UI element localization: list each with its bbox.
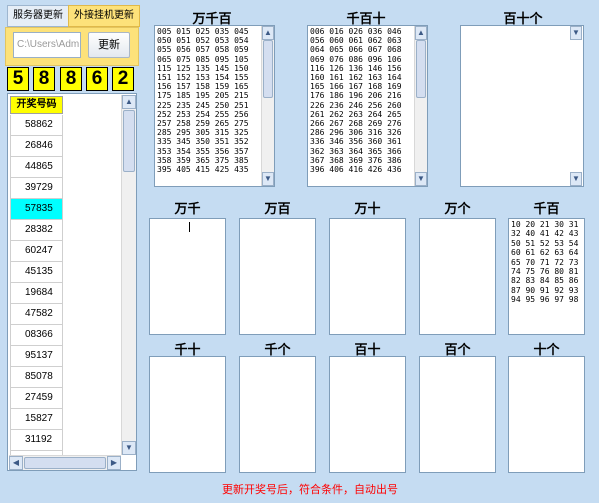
pair-text-wan-qian (150, 219, 225, 221)
table-row[interactable]: 58862 (10, 115, 63, 136)
pair-text-qian-ge (240, 357, 315, 359)
scroll-up-icon[interactable]: ▲ (122, 95, 136, 109)
table-row[interactable]: 85078 (10, 367, 63, 388)
result-digit-2: 8 (33, 67, 55, 91)
table-row[interactable]: 44865 (10, 157, 63, 178)
combo-box-wan-qian-bai[interactable]: 005 015 025 035 045 050 051 052 053 054 … (154, 25, 275, 187)
scroll-thumb[interactable] (123, 110, 135, 172)
table-row[interactable]: 27459 (10, 388, 63, 409)
column-header-draw-number[interactable]: 开奖号码 (10, 96, 63, 114)
pair-box-wan-qian[interactable] (149, 218, 226, 335)
pair-box-shi-ge[interactable] (508, 356, 585, 473)
scroll-left-icon[interactable]: ◀ (9, 456, 23, 470)
combo-box-qian-bai-shi[interactable]: 006 016 026 036 046 056 060 061 062 063 … (307, 25, 428, 187)
tab-external-update[interactable]: 外接挂机更新 (68, 5, 140, 27)
horizontal-scrollbar[interactable]: ◀ ▶ (9, 455, 121, 470)
table-row[interactable]: 31192 (10, 430, 63, 451)
table-row[interactable]: 60247 (10, 241, 63, 262)
pair-title-wan-shi: 万十 (354, 201, 381, 216)
scroll-thumb-horizontal[interactable] (24, 457, 106, 469)
vertical-scrollbar[interactable]: ▲ ▼ (414, 26, 427, 186)
scroll-up-icon[interactable]: ▲ (262, 26, 274, 40)
table-row[interactable]: 19684 (10, 283, 63, 304)
scroll-down-icon[interactable]: ▼ (122, 441, 136, 455)
pair-box-wan-ge[interactable] (419, 218, 496, 335)
vertical-scrollbar[interactable]: ▲ ▼ (261, 26, 274, 186)
path-input[interactable]: C:\Users\Adm (13, 32, 81, 58)
pair-text-bai-ge (420, 357, 495, 359)
scroll-down-icon[interactable]: ▼ (415, 172, 427, 186)
combo-box-bai-shi-ge[interactable]: ▼ ▼ (460, 25, 584, 187)
pair-box-wan-bai[interactable] (239, 218, 316, 335)
pair-text-wan-bai (240, 219, 315, 221)
pair-text-shi-ge (509, 357, 584, 359)
pair-box-qian-ge[interactable] (239, 356, 316, 473)
pair-title-wan-qian: 万千 (174, 201, 201, 216)
pair-text-wan-shi (330, 219, 405, 221)
vertical-scrollbar[interactable]: ▼ ▼ (570, 26, 583, 186)
scroll-thumb[interactable] (416, 40, 426, 98)
text-caret (189, 222, 190, 232)
result-digit-5: 2 (112, 67, 134, 91)
table-row[interactable]: 95137 (10, 346, 63, 367)
scroll-thumb[interactable] (263, 40, 273, 98)
draw-results-rows: 58862 26846 44865 39729 57835 28382 60247 45135… (10, 115, 63, 470)
pair-title-qian-bai: 千百 (533, 201, 560, 216)
pair-box-wan-shi[interactable] (329, 218, 406, 335)
table-row[interactable]: 26846 (10, 136, 63, 157)
combo-text-wan-qian-bai: 005 015 025 035 045 050 051 052 053 054 … (157, 27, 249, 175)
table-row[interactable]: 39729 (10, 178, 63, 199)
scroll-up-icon[interactable]: ▼ (570, 26, 582, 40)
draw-results-grid[interactable]: 开奖号码 58862 26846 44865 39729 57835 28382 60247… (7, 93, 137, 471)
table-row[interactable]: 15827 (10, 409, 63, 430)
scroll-up-icon[interactable]: ▲ (415, 26, 427, 40)
footer-status-text: 更新开奖号后，符合条件，自动出号 (222, 484, 398, 496)
result-digit-4: 6 (86, 67, 108, 91)
pair-text-bai-shi (330, 357, 405, 359)
scroll-down-icon[interactable]: ▼ (570, 172, 582, 186)
pair-box-qian-shi[interactable] (149, 356, 226, 473)
tab-server-update[interactable]: 服务器更新 (7, 5, 69, 27)
table-row[interactable]: 45135 (10, 262, 63, 283)
pair-box-qian-bai[interactable]: 10 20 21 30 31 32 40 41 42 43 50 51 52 5… (508, 218, 585, 335)
vertical-scrollbar[interactable]: ▲ ▼ (121, 95, 136, 455)
pair-box-bai-ge[interactable] (419, 356, 496, 473)
pair-text-wan-ge (420, 219, 495, 221)
scroll-down-icon[interactable]: ▼ (262, 172, 274, 186)
table-row[interactable]: 57835 (10, 199, 63, 220)
pair-box-bai-shi[interactable] (329, 356, 406, 473)
scroll-right-icon[interactable]: ▶ (107, 456, 121, 470)
table-row[interactable]: 28382 (10, 220, 63, 241)
update-button[interactable]: 更新 (88, 32, 130, 58)
result-digit-3: 8 (60, 67, 82, 91)
table-row[interactable]: 08366 (10, 325, 63, 346)
table-row[interactable]: 47582 (10, 304, 63, 325)
pair-text-qian-bai: 10 20 21 30 31 32 40 41 42 43 50 51 52 5… (511, 220, 579, 305)
result-digit-1: 5 (7, 67, 29, 91)
combo-text-qian-bai-shi: 006 016 026 036 046 056 060 061 062 063 … (310, 27, 402, 175)
combo-text-bai-shi-ge (461, 26, 583, 28)
pair-text-qian-shi (150, 357, 225, 359)
pair-title-wan-bai: 万百 (264, 201, 291, 216)
pair-title-wan-ge: 万个 (444, 201, 471, 216)
